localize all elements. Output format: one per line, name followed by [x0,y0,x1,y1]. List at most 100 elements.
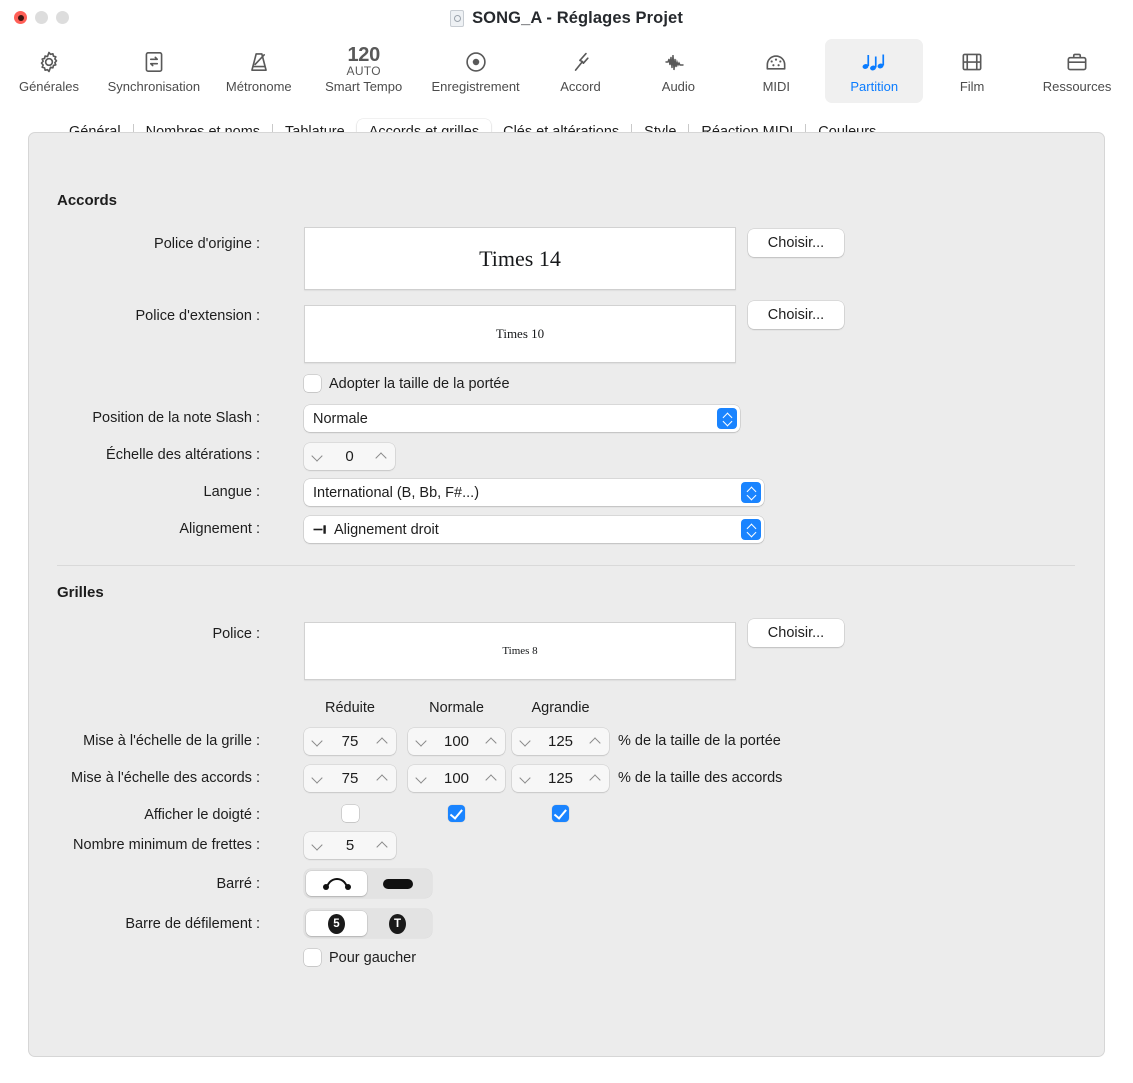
toolbar-item-ressources[interactable]: Ressources [1021,39,1133,103]
chevron-up-icon[interactable] [486,736,497,747]
toolbar-item-synchronisation[interactable]: Synchronisation [98,39,210,103]
echelle-alterations-value: 0 [345,448,354,465]
tempo-icon: 120 AUTO [347,44,381,80]
chevron-up-icon[interactable] [486,773,497,784]
toolbar-label: MIDI [762,79,791,94]
toolbar-label: Synchronisation [107,79,201,94]
position-slash-value: Normale [313,410,368,427]
sync-icon [141,44,167,80]
column-header-agrandie: Agrandie [531,700,590,716]
echelle-grille-value-agrandie: 125 [547,733,574,750]
toolbar-label: Partition [850,79,899,94]
pour-gaucher-checkbox[interactable] [304,949,321,966]
echelle-grille-value-reduite: 75 [341,733,359,750]
echelle-alterations-stepper[interactable]: 0 [304,443,395,470]
align-right-icon [313,523,328,536]
section-title-grilles: Grilles [57,584,104,601]
adopter-taille-checkbox-row[interactable]: Adopter la taille de la portée [304,375,510,392]
toolbar-item-enregistrement[interactable]: Enregistrement [420,39,532,103]
toolbar-item-smart-tempo[interactable]: 120 AUTO Smart Tempo [308,39,420,103]
waveform-icon [663,44,693,80]
chevron-down-icon[interactable] [520,736,531,747]
afficher-doigte-checkbox-agrandie[interactable] [552,805,569,822]
chevron-down-icon[interactable] [312,840,323,851]
alignement-select[interactable]: Alignement droit [304,516,764,543]
record-icon [463,44,489,80]
adopter-taille-label: Adopter la taille de la portée [329,375,510,392]
toolbar-label: Ressources [1042,79,1112,94]
police-extension-preview[interactable]: Times 10 [304,305,736,363]
fret-number-icon: 5 [328,913,345,934]
notes-icon [859,44,889,80]
langue-select[interactable]: International (B, Bb, F#...) [304,479,764,506]
echelle-grille-stepper-reduite[interactable]: 75 [304,728,396,755]
police-origine-preview[interactable]: Times 14 [304,227,736,290]
barre-option-arc[interactable] [306,871,367,896]
echelle-accords-value-normale: 100 [443,770,470,787]
chevron-down-icon[interactable] [416,736,427,747]
gear-icon [36,44,62,80]
chevron-updown-icon [717,408,737,429]
position-slash-select[interactable]: Normale [304,405,740,432]
chevron-down-icon[interactable] [312,773,323,784]
film-icon [959,44,985,80]
echelle-accords-stepper-reduite[interactable]: 75 [304,765,396,792]
toolbar-item-metronome[interactable]: Métronome [210,39,308,103]
grilles-police-preview[interactable]: Times 8 [304,622,736,680]
barre-defilement-option-letter[interactable]: T [367,911,428,936]
chevron-updown-icon [741,519,761,540]
column-header-reduite: Réduite [325,700,375,716]
police-origine-choisir-button[interactable]: Choisir... [748,229,844,257]
toolbar-item-accord[interactable]: Accord [532,39,630,103]
label-position-slash: Position de la note Slash : [92,410,260,426]
label-alignement: Alignement : [179,521,260,537]
chevron-up-icon[interactable] [590,736,601,747]
chevron-down-icon[interactable] [416,773,427,784]
label-barre: Barré : [216,876,260,892]
label-grilles-police: Police : [212,626,260,642]
toolbar-label: Enregistrement [431,79,520,94]
toolbar-label: Smart Tempo [325,79,403,94]
chevron-up-icon[interactable] [377,840,388,851]
adopter-taille-checkbox[interactable] [304,375,321,392]
police-extension-choisir-button[interactable]: Choisir... [748,301,844,329]
chevron-down-icon[interactable] [312,451,323,462]
barre-option-bar[interactable] [367,871,428,896]
echelle-accords-stepper-normale[interactable]: 100 [408,765,505,792]
echelle-accords-stepper-agrandie[interactable]: 125 [512,765,609,792]
nombre-frettes-stepper[interactable]: 5 [304,832,396,859]
toolbar-item-audio[interactable]: Audio [629,39,727,103]
toolbar-item-film[interactable]: Film [923,39,1021,103]
toolbar-item-generales[interactable]: Générales [0,39,98,103]
barre-arc-icon [322,877,352,890]
window-title: SONG_A - Réglages Projet [472,9,683,27]
chevron-down-icon[interactable] [520,773,531,784]
echelle-grille-stepper-agrandie[interactable]: 125 [512,728,609,755]
afficher-doigte-checkbox-reduite[interactable] [342,805,359,822]
grilles-police-choisir-button[interactable]: Choisir... [748,619,844,647]
echelle-grille-stepper-normale[interactable]: 100 [408,728,505,755]
toolbar-label: Générales [18,79,79,94]
echelle-grille-value-normale: 100 [443,733,470,750]
column-header-normale: Normale [429,700,484,716]
window-title-group: SONG_A - Réglages Projet [0,0,1133,37]
alignement-value: Alignement droit [334,521,439,538]
label-echelle-accords: Mise à l'échelle des accords : [71,770,260,786]
toolbar-item-midi[interactable]: MIDI [727,39,825,103]
briefcase-icon [1064,44,1090,80]
chevron-up-icon[interactable] [377,773,388,784]
section-title-accords: Accords [57,192,118,209]
chevron-up-icon[interactable] [376,451,387,462]
police-origine-value: Times 14 [479,245,561,271]
barre-bar-icon [382,878,413,889]
chevron-down-icon[interactable] [312,736,323,747]
toolbar-item-partition[interactable]: Partition [825,39,924,103]
pour-gaucher-checkbox-row[interactable]: Pour gaucher [304,949,416,966]
barre-defilement-option-number[interactable]: 5 [306,911,367,936]
nombre-frettes-value: 5 [345,837,355,854]
chevron-up-icon[interactable] [377,736,388,747]
pour-gaucher-label: Pour gaucher [329,949,417,966]
afficher-doigte-checkbox-normale[interactable] [448,805,465,822]
label-nombre-frettes: Nombre minimum de frettes : [73,837,260,853]
chevron-up-icon[interactable] [590,773,601,784]
